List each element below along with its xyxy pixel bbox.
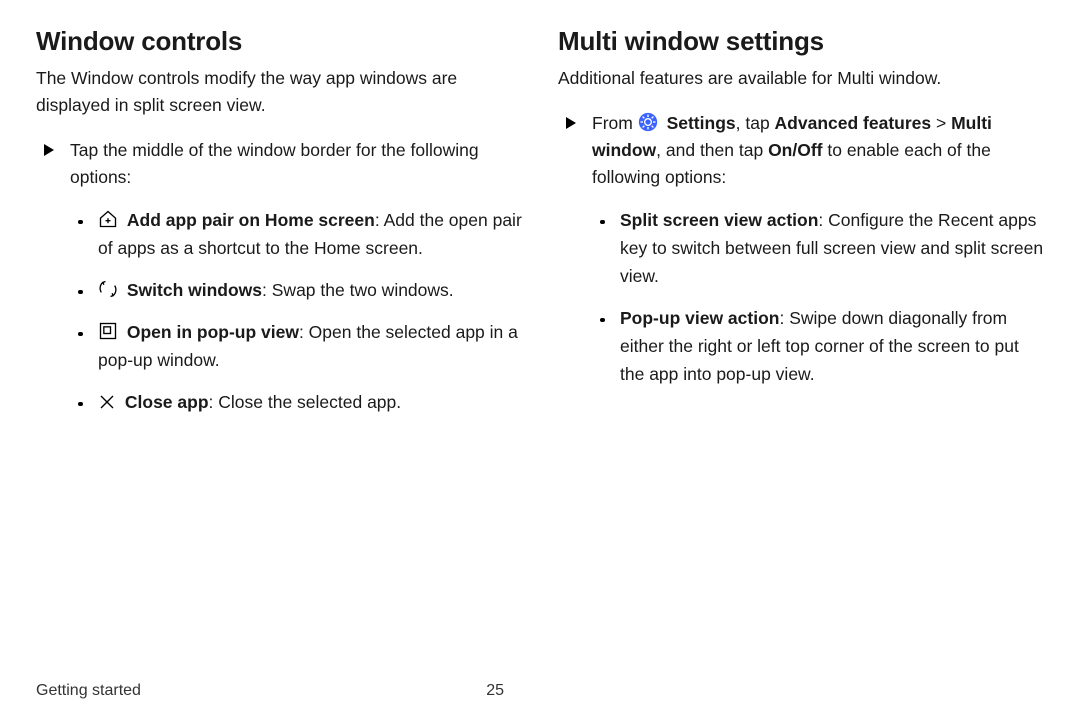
step-advanced-label: Advanced features xyxy=(775,113,932,133)
step-settings-label: Settings xyxy=(667,113,736,133)
step-mid2: , and then tap xyxy=(656,140,768,160)
option-add-app-pair: Add app pair on Home screen: Add the ope… xyxy=(74,206,522,262)
option-desc: : Swap the two windows. xyxy=(262,280,454,300)
right-column: Multi window settings Additional feature… xyxy=(558,24,1044,674)
step-text: Tap the middle of the window border for … xyxy=(70,140,479,187)
step-pre: From xyxy=(592,113,638,133)
option-label: Add app pair on Home screen xyxy=(127,210,375,230)
window-controls-heading: Window controls xyxy=(36,26,522,57)
window-controls-step: Tap the middle of the window border for … xyxy=(42,137,522,415)
option-desc: : Close the selected app. xyxy=(209,392,402,412)
option-label: Close app xyxy=(125,392,209,412)
footer-section-name: Getting started xyxy=(36,682,141,700)
option-label: Pop-up view action xyxy=(620,308,779,328)
switch-arrows-icon xyxy=(98,279,118,299)
option-close-app: Close app: Close the selected app. xyxy=(74,388,522,416)
settings-gear-icon xyxy=(638,112,658,132)
left-column: Window controls The Window controls modi… xyxy=(36,24,522,674)
option-label: Switch windows xyxy=(127,280,262,300)
popup-window-icon xyxy=(98,321,118,341)
multi-window-options: Split screen view action: Configure the … xyxy=(592,206,1044,388)
multi-window-steps: From xyxy=(558,110,1044,387)
option-open-popup: Open in pop-up view: Open the selected a… xyxy=(74,318,522,374)
option-split-screen-action: Split screen view action: Configure the … xyxy=(596,206,1044,290)
option-popup-view-action: Pop-up view action: Swipe down diagonall… xyxy=(596,304,1044,388)
option-label: Open in pop-up view xyxy=(127,322,299,342)
step-mid1: , tap xyxy=(736,113,775,133)
home-plus-icon xyxy=(98,209,118,229)
window-controls-options: Add app pair on Home screen: Add the ope… xyxy=(70,206,522,416)
step-onoff-label: On/Off xyxy=(768,140,822,160)
option-label: Split screen view action xyxy=(620,210,818,230)
manual-page: Window controls The Window controls modi… xyxy=(0,0,1080,720)
multi-window-heading: Multi window settings xyxy=(558,26,1044,57)
window-controls-steps: Tap the middle of the window border for … xyxy=(36,137,522,415)
window-controls-intro: The Window controls modify the way app w… xyxy=(36,65,522,119)
multi-window-intro: Additional features are available for Mu… xyxy=(558,65,1044,92)
step-gt: > xyxy=(931,113,951,133)
option-switch-windows: Switch windows: Swap the two windows. xyxy=(74,276,522,304)
two-column-layout: Window controls The Window controls modi… xyxy=(36,24,1044,674)
multi-window-step: From xyxy=(564,110,1044,387)
footer-page-number: 25 xyxy=(486,682,504,700)
page-footer: Getting started 25 xyxy=(36,674,1044,700)
close-icon xyxy=(98,393,116,411)
